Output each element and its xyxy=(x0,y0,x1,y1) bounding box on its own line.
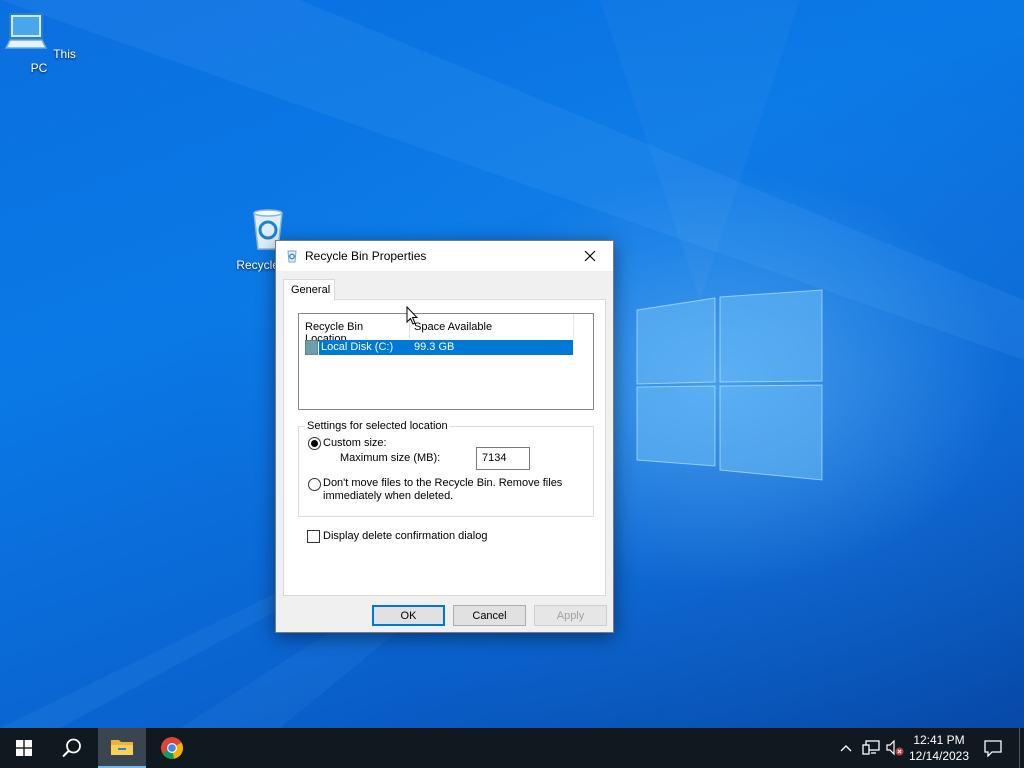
chrome-button[interactable] xyxy=(148,728,196,768)
dont-move-label[interactable]: Don't move files to the Recycle Bin. Rem… xyxy=(323,477,573,503)
max-size-label: Maximum size (MB): xyxy=(340,452,441,464)
settings-group: Settings for selected location Custom si… xyxy=(298,420,594,517)
recycle-bin-location-list[interactable]: Recycle Bin Location Space Available Loc… xyxy=(298,313,594,410)
file-explorer-icon xyxy=(111,740,133,755)
drive-icon xyxy=(305,340,318,355)
ok-button[interactable]: OK xyxy=(372,605,445,626)
computer-icon xyxy=(4,13,48,49)
search-icon xyxy=(62,738,81,758)
notification-icon xyxy=(984,740,1002,757)
mouse-cursor-icon xyxy=(406,306,418,325)
tab-general[interactable]: General xyxy=(283,279,335,301)
start-button[interactable] xyxy=(0,728,48,768)
cancel-button[interactable]: Cancel xyxy=(453,605,526,626)
column-header-location[interactable]: Recycle Bin Location xyxy=(305,314,407,345)
delete-confirmation-label[interactable]: Display delete confirmation dialog xyxy=(323,530,487,542)
recycle-bin-properties-dialog[interactable]: Recycle Bin Properties General Recycle B… xyxy=(275,240,614,633)
column-separator[interactable] xyxy=(573,314,574,338)
windows-logo-wallpaper xyxy=(636,289,823,481)
network-icon xyxy=(862,740,880,755)
custom-size-label[interactable]: Custom size: xyxy=(323,437,387,449)
volume-tray-button[interactable] xyxy=(884,728,906,768)
tab-panel-general: Recycle Bin Location Space Available Loc… xyxy=(283,299,606,596)
max-size-input[interactable]: 7134 xyxy=(476,447,530,470)
close-button[interactable] xyxy=(567,241,613,271)
list-item-location: Local Disk (C:) xyxy=(321,341,394,353)
volume-muted-icon xyxy=(886,740,904,756)
clock[interactable]: 12:41 PM 12/14/2023 xyxy=(906,728,972,768)
chevron-up-icon xyxy=(840,745,852,752)
clock-time: 12:41 PM xyxy=(913,733,965,747)
start-icon xyxy=(16,740,32,756)
network-tray-button[interactable] xyxy=(860,728,882,768)
file-explorer-button[interactable] xyxy=(98,728,146,768)
chrome-icon xyxy=(161,737,183,759)
settings-legend: Settings for selected location xyxy=(305,420,450,432)
dont-move-radio[interactable] xyxy=(308,478,321,491)
dialog-titlebar[interactable]: Recycle Bin Properties xyxy=(276,241,613,271)
action-center-button[interactable] xyxy=(978,728,1008,768)
list-item-space: 99.3 GB xyxy=(414,341,455,353)
desktop-icon-this-pc[interactable]: This PC xyxy=(1,8,77,75)
apply-button[interactable]: Apply xyxy=(534,605,607,626)
custom-size-radio[interactable] xyxy=(308,437,321,450)
taskbar[interactable]: 12:41 PM 12/14/2023 xyxy=(0,728,1024,768)
show-desktop-button[interactable] xyxy=(1019,728,1020,768)
column-header-space-available[interactable]: Space Available xyxy=(414,314,574,338)
list-item-local-disk[interactable]: Local Disk (C:) 99.3 GB xyxy=(305,340,573,355)
show-hidden-icons-button[interactable] xyxy=(836,728,856,768)
dialog-title: Recycle Bin Properties xyxy=(305,249,427,263)
delete-confirmation-checkbox[interactable] xyxy=(307,530,320,543)
close-icon xyxy=(584,250,596,262)
search-button[interactable] xyxy=(48,728,96,768)
recycle-bin-icon xyxy=(287,250,297,263)
clock-date: 12/14/2023 xyxy=(908,749,970,763)
